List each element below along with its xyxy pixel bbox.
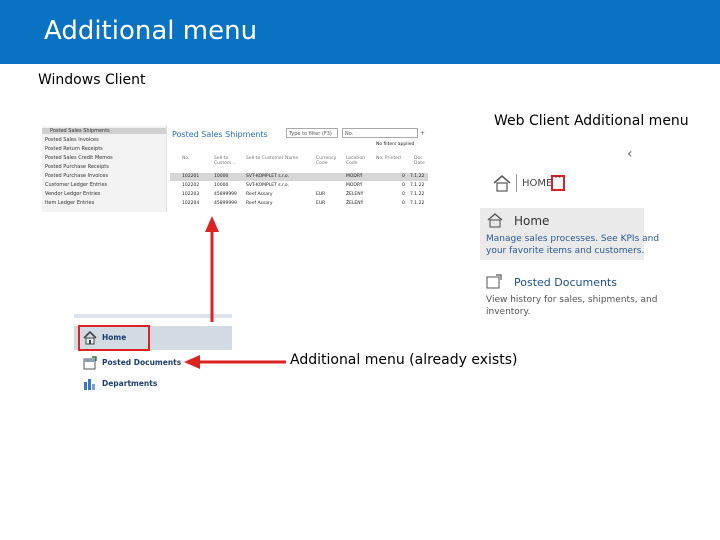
- vertical-arrowhead: [205, 216, 219, 232]
- annotation-arrows: [184, 216, 286, 369]
- horizontal-arrowhead: [184, 355, 200, 369]
